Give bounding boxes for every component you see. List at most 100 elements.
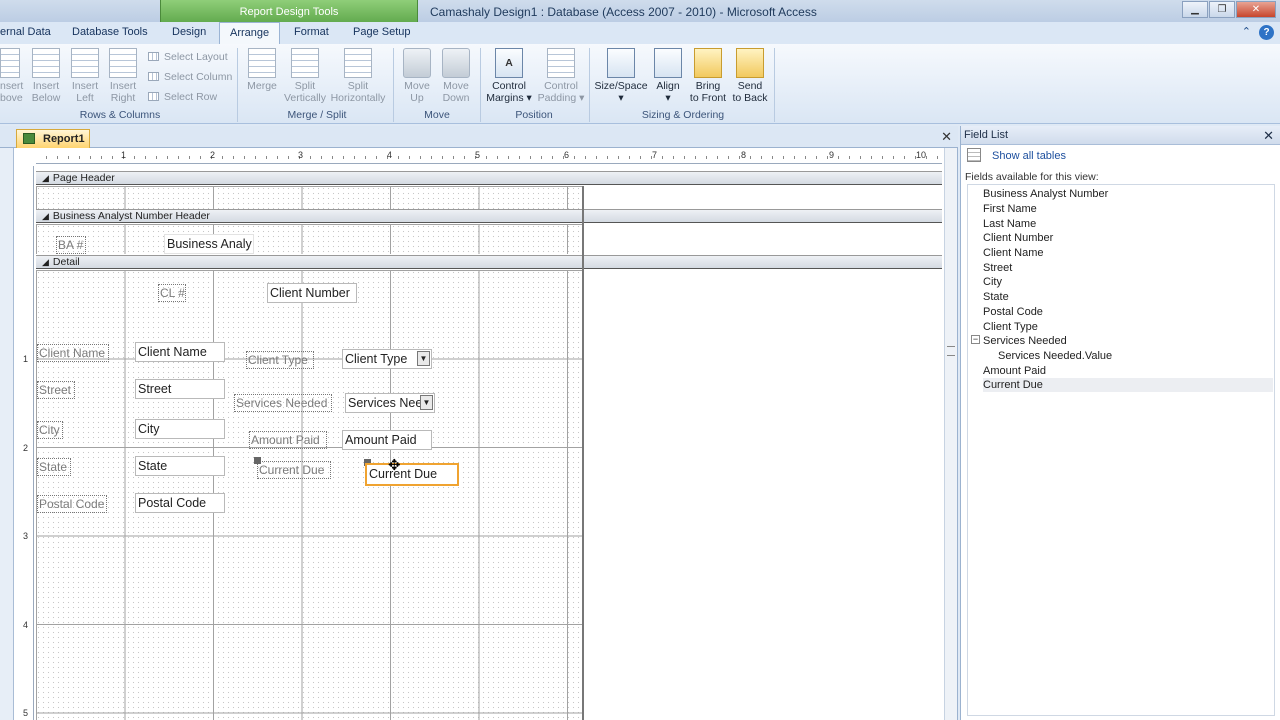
city-label[interactable]: City [37,421,63,439]
document-tab-report1[interactable]: Report1 [16,129,90,148]
split-horizontally-button[interactable]: Split Horizontally [328,48,388,104]
move-up-button[interactable]: Move Up [398,48,436,104]
size-space-icon [607,48,635,78]
cl-label[interactable]: CL # [158,284,186,302]
postal-code-textbox[interactable]: Postal Code [135,493,225,513]
field-last-name[interactable]: Last Name [983,217,1273,231]
section-detail[interactable]: ◢ Detail [36,255,942,269]
show-all-tables-icon[interactable] [967,148,981,162]
restore-button[interactable]: ❐ [1209,1,1235,18]
services-needed-label[interactable]: Services Needed [234,394,332,412]
collapse-icon[interactable]: − [971,335,980,344]
title-bar: Report Design Tools Camashaly Design1 : … [0,0,1280,24]
insert-left-button[interactable]: Insert Left [67,48,103,104]
close-field-list-icon[interactable]: ✕ [1263,128,1274,144]
state-textbox[interactable]: State [135,456,225,476]
field-client-number[interactable]: Client Number [983,231,1273,245]
current-due-label[interactable]: Current Due [257,461,331,479]
select-layout-button[interactable]: Select Layout [148,51,228,63]
size-space-button[interactable]: Size/Space ▾ [594,48,648,104]
group-label-merge-split: Merge / Split [287,109,347,121]
field-client-name[interactable]: Client Name [983,246,1273,260]
client-type-combobox[interactable]: Client Type ▼ [342,349,432,369]
move-handle[interactable] [254,457,261,464]
control-margins-button[interactable]: A Control Margins ▾ [484,48,534,104]
select-row-button[interactable]: Select Row [148,91,217,103]
control-padding-button[interactable]: Control Padding ▾ [536,48,586,104]
dropdown-arrow-icon[interactable]: ▼ [420,395,433,410]
group-separator [237,48,238,122]
field-services-needed[interactable]: Services Needed [983,334,1273,348]
tab-database-tools[interactable]: Database Tools [72,26,148,38]
tab-arrange[interactable]: Arrange [219,22,281,45]
select-column-button[interactable]: Select Column [148,71,232,83]
field-postal-code[interactable]: Postal Code [983,305,1273,319]
close-window-button[interactable]: ✕ [1236,1,1276,18]
splitter-grip-icon[interactable] [947,346,955,356]
state-label[interactable]: State [37,458,71,476]
amount-paid-label[interactable]: Amount Paid [249,431,327,449]
split-vertically-button[interactable]: Split Vertically [282,48,328,104]
ribbon-tab-row: ernal Data Database Tools Design Arrange… [0,22,1280,45]
bring-to-front-button[interactable]: Bring to Front [686,48,730,104]
align-icon [654,48,682,78]
client-number-textbox[interactable]: Client Number [267,283,357,303]
bring-to-front-icon [694,48,722,78]
dropdown-arrow-icon[interactable]: ▼ [417,351,430,366]
insert-above-button[interactable]: nsert bove [0,48,23,104]
report-icon [23,133,35,144]
insert-right-button[interactable]: Insert Right [105,48,141,104]
section-page-header[interactable]: ◢ Page Header [36,171,942,185]
group-header-grid [36,224,582,254]
move-up-icon [403,48,431,78]
report-right-edge[interactable] [582,186,584,720]
tab-format[interactable]: Format [294,26,329,38]
field-client-type[interactable]: Client Type [983,320,1273,334]
city-textbox[interactable]: City [135,419,225,439]
tab-page-setup[interactable]: Page Setup [353,26,411,38]
field-state[interactable]: State [983,290,1273,304]
field-street[interactable]: Street [983,261,1273,275]
street-label[interactable]: Street [37,381,75,399]
client-name-textbox[interactable]: Client Name [135,342,225,362]
tab-external-data[interactable]: ernal Data [0,26,51,38]
group-separator [480,48,481,122]
street-textbox[interactable]: Street [135,379,225,399]
current-due-textbox[interactable]: Current Due [365,463,459,486]
detail-grid [36,270,582,720]
move-down-button[interactable]: Move Down [437,48,475,104]
select-row-icon [148,92,159,101]
insert-below-button[interactable]: Insert Below [28,48,64,104]
insert-below-icon [32,48,60,78]
amount-paid-textbox[interactable]: Amount Paid [342,430,432,450]
send-to-back-button[interactable]: Send to Back [730,48,770,104]
section-group-header[interactable]: ◢ Business Analyst Number Header [36,209,942,223]
merge-button[interactable]: Merge [243,48,281,92]
minimize-ribbon-icon[interactable]: ⌃ [1242,25,1251,40]
minimize-button[interactable]: ▁ [1182,1,1208,18]
group-separator [774,48,775,122]
group-separator [589,48,590,122]
field-amount-paid[interactable]: Amount Paid [983,364,1273,378]
services-needed-combobox[interactable]: Services Nee ▼ [345,393,435,413]
postal-code-label[interactable]: Postal Code [37,495,107,513]
group-label-position: Position [515,109,553,121]
field-current-due[interactable]: Current Due [983,378,1273,392]
field-services-needed-value[interactable]: Services Needed.Value [998,349,1280,363]
tab-design[interactable]: Design [172,26,206,38]
navigation-pane-collapsed[interactable] [0,148,14,720]
client-name-label[interactable]: Client Name [37,344,109,362]
field-city[interactable]: City [983,275,1273,289]
close-document-icon[interactable]: ✕ [941,129,952,145]
client-type-label[interactable]: Client Type [246,351,314,369]
help-icon[interactable]: ? [1259,25,1274,40]
select-column-icon [148,72,159,81]
field-business-analyst-number[interactable]: Business Analyst Number [983,187,1273,201]
show-all-tables-link[interactable]: Show all tables [992,150,1066,162]
vertical-scrollbar[interactable] [944,148,957,720]
ba-label[interactable]: BA # [56,236,86,254]
field-first-name[interactable]: First Name [983,202,1273,216]
align-button[interactable]: Align ▾ [650,48,686,104]
business-analyst-textbox[interactable]: Business Analy [164,234,254,254]
insert-right-icon [109,48,137,78]
